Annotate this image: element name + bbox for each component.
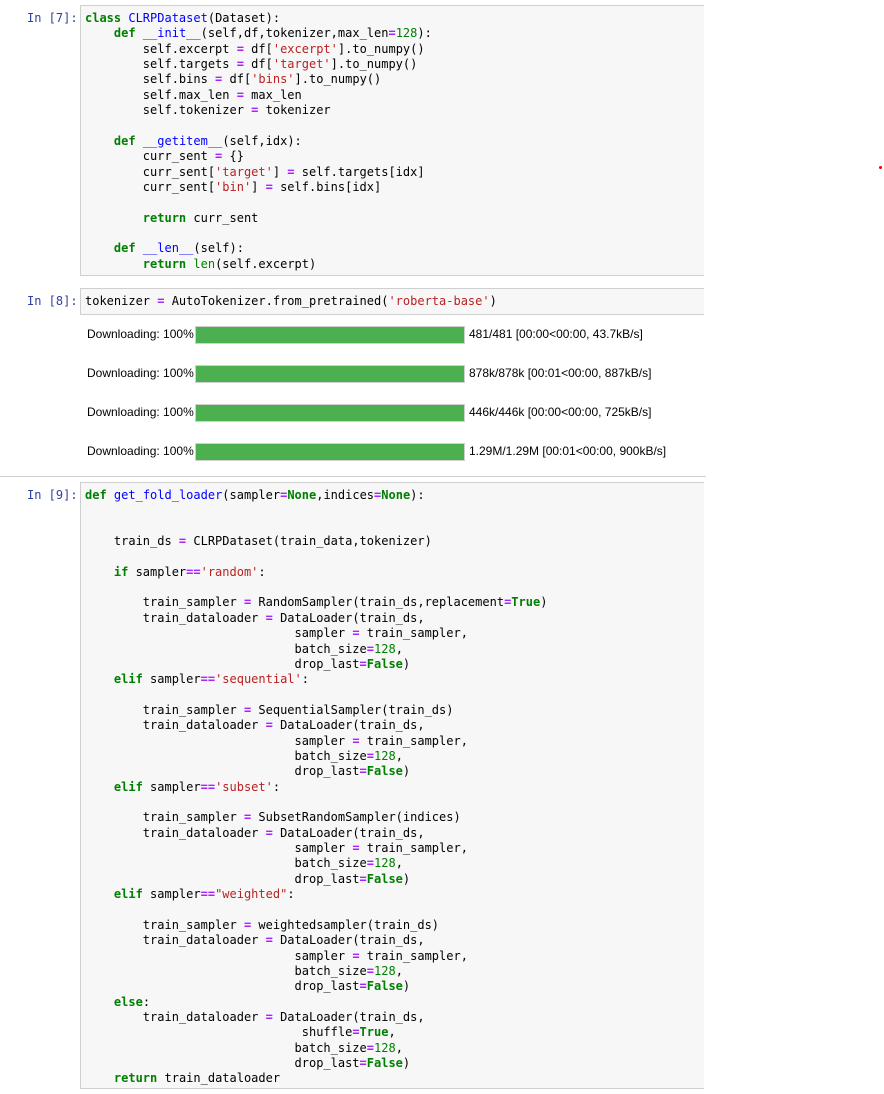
- progress-bar: [195, 365, 465, 383]
- code-line: def __len__(self):: [113, 241, 244, 256]
- progress-bar-fill: [196, 405, 464, 421]
- code-line: self.max_len = max_len: [85, 87, 302, 102]
- code-line: curr_sent['target'] = self.targets[idx]: [85, 164, 425, 179]
- code-line: self.bins = df['bins'].to_numpy(): [85, 72, 382, 87]
- code-line: train_ds = CLRPDataset(train_data,tokeni…: [85, 534, 432, 549]
- code-line: class CLRPDataset(Dataset):: [85, 11, 281, 25]
- code-line: sampler = train_sampler,: [85, 841, 468, 856]
- prompt-in-7: In [7]:: [27, 11, 78, 25]
- code-line: drop_last=False): [85, 871, 411, 886]
- code-line: tokenizer = AutoTokenizer.from_pretraine…: [85, 294, 497, 308]
- progress-bar: [195, 443, 465, 461]
- code-line: curr_sent['bin'] = self.bins[idx]: [85, 179, 382, 194]
- code-line: batch_size=128,: [85, 748, 403, 763]
- download-label: Downloading: 100%: [87, 444, 194, 458]
- code-line: train_sampler = SubsetRandomSampler(indi…: [85, 810, 461, 825]
- code-line: train_sampler = weightedsampler(train_ds…: [85, 917, 440, 932]
- prompt-in-9: In [9]:: [27, 488, 78, 502]
- code-line: def get_fold_loader(sampler=None,indices…: [85, 488, 425, 502]
- code-line: drop_last=False): [85, 979, 411, 994]
- code-line: batch_size=128,: [85, 856, 403, 871]
- code-line: batch_size=128,: [85, 1040, 403, 1055]
- code-line: else:: [113, 994, 151, 1009]
- output-divider: [0, 476, 706, 477]
- code-line: train_dataloader = DataLoader(train_ds,: [85, 825, 425, 840]
- code-line: self.tokenizer = tokenizer: [85, 103, 331, 118]
- code-line: train_dataloader = DataLoader(train_ds,: [85, 610, 425, 625]
- code-line: train_sampler = SequentialSampler(train_…: [85, 702, 454, 717]
- code-line: batch_size=128,: [85, 641, 403, 656]
- prompt-in-8: In [8]:: [27, 294, 78, 308]
- code-line: drop_last=False): [85, 656, 411, 671]
- code-line: curr_sent = {}: [85, 149, 244, 164]
- download-info: 446k/446k [00:00<00:00, 725kB/s]: [469, 405, 652, 419]
- progress-bar: [195, 326, 465, 344]
- download-info: 878k/878k [00:01<00:00, 887kB/s]: [469, 366, 652, 380]
- code-line: train_dataloader = DataLoader(train_ds,: [85, 718, 425, 733]
- download-info: 481/481 [00:00<00:00, 43.7kB/s]: [469, 327, 643, 341]
- code-line: shuffle=True,: [85, 1025, 396, 1040]
- code-line: sampler = train_sampler,: [85, 626, 468, 641]
- code-line: return len(self.excerpt): [142, 256, 317, 271]
- code-line: elif sampler=='sequential':: [113, 672, 309, 687]
- code-line: train_sampler = RandomSampler(train_ds,r…: [85, 595, 548, 610]
- code-line: def __getitem__(self,idx):: [113, 133, 302, 148]
- code-line: def __init__(self,df,tokenizer,max_len=1…: [113, 26, 432, 41]
- red-dot-marker: [879, 166, 882, 169]
- code-line: train_dataloader = DataLoader(train_ds,: [85, 933, 425, 948]
- code-line: self.targets = df['target'].to_numpy(): [85, 57, 418, 72]
- progress-bar-fill: [196, 366, 464, 382]
- code-line: drop_last=False): [85, 1055, 411, 1070]
- code-line: train_dataloader = DataLoader(train_ds,: [85, 1009, 425, 1024]
- code-line: batch_size=128,: [85, 963, 403, 978]
- progress-bar-fill: [196, 327, 464, 343]
- code-line: if sampler=='random':: [113, 564, 266, 579]
- progress-bar: [195, 404, 465, 422]
- code-line: sampler = train_sampler,: [85, 733, 468, 748]
- download-info: 1.29M/1.29M [00:01<00:00, 900kB/s]: [469, 444, 667, 458]
- code-line: sampler = train_sampler,: [85, 948, 468, 963]
- code-line: elif sampler=="weighted":: [113, 887, 295, 902]
- code-line: return train_dataloader: [113, 1071, 281, 1086]
- download-label: Downloading: 100%: [87, 366, 194, 380]
- download-label: Downloading: 100%: [87, 405, 194, 419]
- code-line: drop_last=False): [85, 764, 411, 779]
- download-label: Downloading: 100%: [87, 327, 194, 341]
- code-line: return curr_sent: [142, 210, 259, 225]
- code-line: self.excerpt = df['excerpt'].to_numpy(): [85, 41, 425, 56]
- code-line: elif sampler=='subset':: [113, 779, 281, 794]
- progress-bar-fill: [196, 444, 464, 460]
